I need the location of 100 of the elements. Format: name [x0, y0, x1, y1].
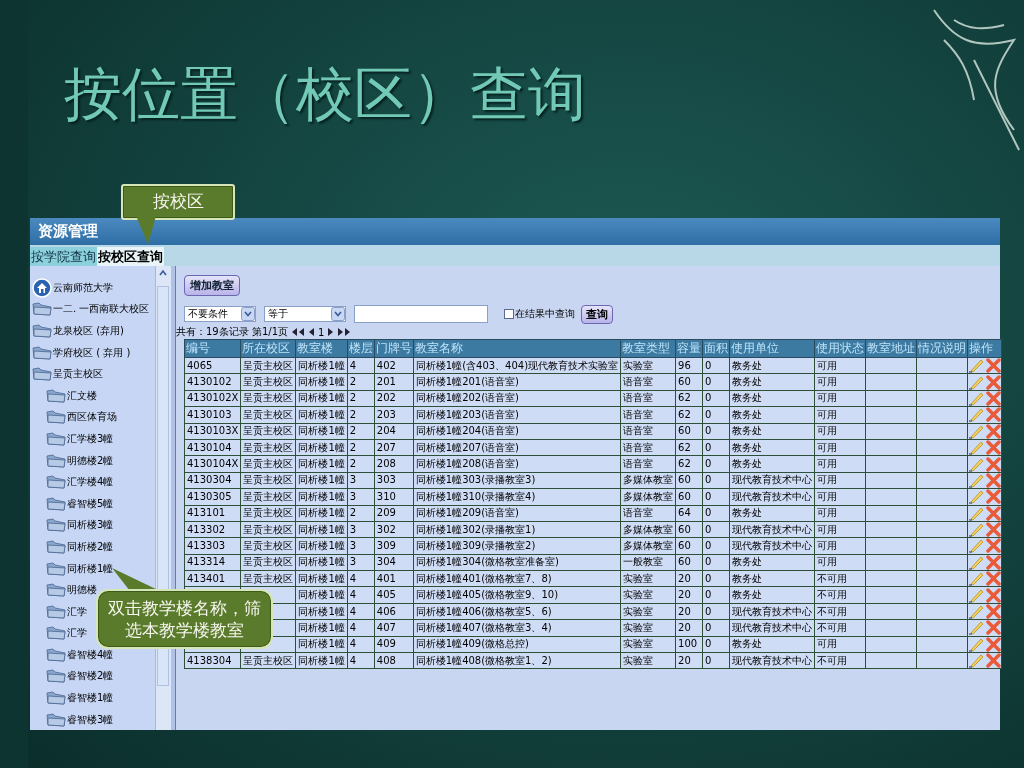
folder-icon — [46, 453, 66, 468]
folder-icon — [32, 345, 52, 360]
delete-icon[interactable] — [986, 522, 1002, 538]
operator-select[interactable]: 等于 — [264, 306, 346, 322]
edit-icon[interactable] — [968, 571, 985, 587]
delete-icon[interactable] — [986, 440, 1002, 456]
tree-item[interactable]: 云南师范大学 — [32, 277, 113, 299]
folder-icon — [46, 604, 66, 619]
edit-icon[interactable] — [968, 358, 985, 374]
tree-item[interactable]: 呈贡主校区 — [32, 363, 103, 385]
folder-icon — [46, 647, 66, 662]
edit-icon[interactable] — [968, 423, 985, 439]
folder-icon — [46, 410, 66, 425]
folder-icon — [46, 691, 66, 706]
edit-icon[interactable] — [968, 554, 985, 570]
delete-icon[interactable] — [986, 472, 1002, 488]
folder-icon — [46, 561, 66, 576]
edit-icon[interactable] — [968, 653, 985, 669]
home-icon — [32, 277, 52, 298]
column-header: 教室类型 — [620, 339, 676, 358]
folder-icon — [46, 626, 66, 641]
tree-item[interactable]: 一二. 一西南联大校区 — [32, 298, 150, 321]
column-header: 门牌号 — [374, 339, 414, 358]
edit-icon[interactable] — [968, 522, 985, 538]
delete-icon[interactable] — [986, 374, 1002, 390]
tree-item[interactable]: 睿智楼5幢 — [46, 492, 114, 515]
delete-icon[interactable] — [986, 571, 1002, 587]
column-header: 容量 — [675, 339, 703, 358]
folder-icon — [32, 367, 52, 382]
tree-item[interactable]: 汇文楼 — [46, 384, 97, 407]
delete-icon[interactable] — [986, 636, 1002, 652]
page-number[interactable]: 1 — [318, 326, 325, 338]
edit-icon[interactable] — [968, 472, 985, 488]
tree-item[interactable]: 睿智楼1幢 — [46, 687, 114, 709]
column-header: 楼层 — [347, 339, 375, 358]
tab[interactable]: 按学院查询 — [30, 247, 97, 266]
column-header: 教室地址 — [865, 339, 917, 358]
folder-icon — [46, 583, 66, 598]
delete-icon[interactable] — [986, 604, 1002, 620]
tree-item[interactable]: 龙泉校区 (弃用) — [32, 320, 124, 342]
tree-item[interactable]: 明德楼 — [46, 579, 97, 601]
tree-item[interactable]: 西区体育场 — [46, 406, 117, 429]
tree-item[interactable]: 同析楼1幢 — [46, 557, 114, 580]
app-title: 资源管理 — [30, 218, 1000, 245]
tree-item[interactable]: 学府校区 ( 弃用 ) — [32, 341, 131, 364]
search-button[interactable]: 查询 — [581, 304, 613, 324]
delete-icon[interactable] — [986, 390, 1002, 406]
next-page-icon[interactable] — [327, 328, 335, 336]
condition-select[interactable]: 不要条件 — [184, 306, 256, 322]
column-header: 教室楼 — [295, 339, 348, 358]
delete-icon[interactable] — [986, 358, 1002, 374]
tree-item[interactable]: 同析楼3幢 — [46, 514, 114, 537]
tree-item[interactable]: 睿智楼3幢 — [46, 708, 114, 730]
edit-icon[interactable] — [968, 390, 985, 406]
column-header: 面积 — [702, 339, 730, 358]
column-header: 操作 — [967, 339, 1002, 358]
folder-icon — [46, 388, 66, 403]
delete-icon[interactable] — [986, 407, 1002, 423]
tree-item[interactable]: 同析楼2幢 — [46, 536, 114, 558]
tree-item[interactable]: 明德楼2幢 — [46, 449, 114, 472]
folder-icon — [32, 302, 52, 317]
edit-icon[interactable] — [968, 440, 985, 456]
last-page-icon[interactable] — [337, 328, 352, 336]
folder-icon — [46, 669, 66, 684]
delete-icon[interactable] — [986, 554, 1002, 570]
in-results-checkbox[interactable]: 在结果中查询 — [504, 307, 575, 321]
folder-icon — [46, 712, 66, 727]
delete-icon[interactable] — [986, 653, 1002, 669]
folder-icon — [46, 539, 66, 554]
delete-icon[interactable] — [986, 620, 1002, 636]
column-header: 情况说明 — [916, 339, 968, 358]
column-header: 所在校区 — [240, 339, 296, 358]
folder-icon — [46, 496, 66, 511]
tab[interactable]: 按校区查询 — [97, 247, 164, 266]
slide-title: 按位置（校区）查询 — [64, 59, 586, 130]
delete-icon[interactable] — [986, 423, 1002, 439]
previous-page-icon[interactable] — [308, 328, 315, 336]
edit-icon[interactable] — [968, 604, 985, 620]
tree-item[interactable]: 汇学 — [46, 600, 87, 623]
add-classroom-button[interactable]: 增加教室 — [184, 275, 240, 296]
delete-icon[interactable] — [986, 538, 1002, 554]
tree-item[interactable]: 睿智楼2幢 — [46, 665, 114, 688]
search-field[interactable] — [354, 305, 488, 323]
delete-icon[interactable] — [986, 489, 1002, 505]
first-page-icon[interactable] — [291, 328, 305, 336]
tree-item[interactable]: 汇学楼3幢 — [46, 428, 114, 450]
folder-icon — [32, 324, 52, 338]
column-header: 教室名称 — [413, 339, 621, 358]
delete-icon[interactable] — [986, 587, 1002, 603]
tree-item[interactable]: 汇学楼4幢 — [46, 471, 114, 493]
record-count: 共有：19条记录 第1/1页 — [176, 325, 288, 339]
delete-icon[interactable] — [986, 505, 1002, 521]
delete-icon[interactable] — [986, 456, 1002, 472]
tree-item[interactable]: 汇学 — [46, 622, 87, 645]
column-header: 使用状态 — [814, 339, 866, 358]
column-header: 编号 — [184, 339, 241, 358]
folder-icon — [46, 518, 66, 533]
edit-icon[interactable] — [968, 636, 985, 652]
edit-icon[interactable] — [968, 505, 985, 521]
folder-icon — [46, 475, 66, 490]
